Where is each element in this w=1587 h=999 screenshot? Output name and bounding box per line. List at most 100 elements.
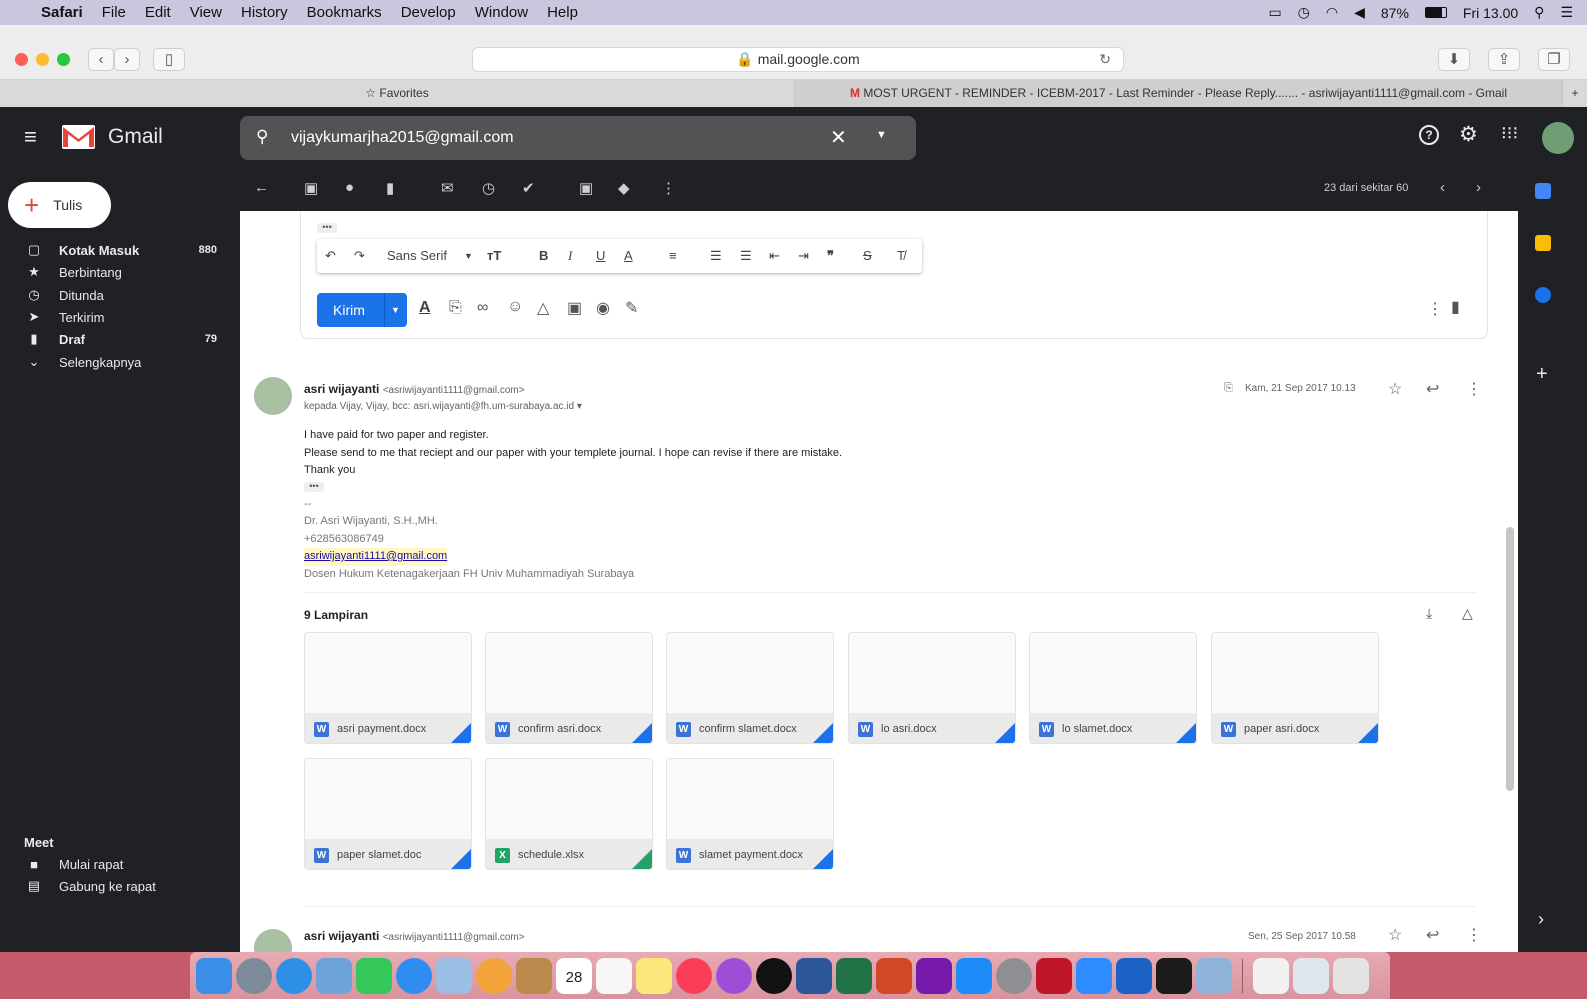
add-task-icon[interactable]: ✔ — [522, 179, 535, 197]
preview-icon[interactable] — [316, 957, 352, 994]
zoom-window-button[interactable] — [57, 53, 70, 66]
confidential-mode-icon[interactable]: ◉ — [596, 298, 610, 318]
delete-icon[interactable]: ▮ — [386, 179, 394, 197]
menu-bookmarks[interactable]: Bookmarks — [307, 4, 382, 21]
contacts-icon[interactable] — [516, 957, 552, 994]
menu-edit[interactable]: Edit — [145, 4, 171, 21]
compose-button[interactable]: + Tulis — [8, 182, 111, 228]
menu-app-safari[interactable]: Safari — [41, 4, 83, 21]
search-options-icon[interactable]: ▼ — [876, 129, 887, 141]
app-store-icon[interactable] — [956, 957, 992, 994]
attachment-card[interactable]: Wpaper asri.docx — [1211, 632, 1379, 744]
trash-icon[interactable] — [1333, 957, 1369, 994]
attachment-card[interactable]: Wconfirm asri.docx — [485, 632, 653, 744]
onenote-icon[interactable] — [916, 957, 952, 994]
newer-chevron-icon[interactable]: ‹ — [1440, 179, 1445, 196]
clock[interactable]: Fri 13.00 — [1463, 5, 1518, 21]
launchpad-icon[interactable] — [236, 957, 272, 994]
music-icon[interactable] — [676, 957, 712, 994]
nav-item-inbox[interactable]: ▢ Kotak Masuk 880 — [0, 239, 236, 261]
sidebar-icon[interactable]: ▯ — [153, 48, 185, 71]
menu-help[interactable]: Help — [547, 4, 578, 21]
mark-unread-icon[interactable]: ✉ — [441, 179, 454, 197]
undo-icon[interactable]: ↶ — [325, 248, 336, 264]
excel-icon[interactable] — [836, 957, 872, 994]
terminal-icon[interactable] — [1156, 957, 1192, 994]
download-all-icon[interactable]: ⤓ — [1426, 605, 1432, 622]
printer-icon[interactable] — [1116, 957, 1152, 994]
attachment-card[interactable]: Wpaper slamet.doc — [304, 758, 472, 870]
screenshot-icon[interactable] — [1196, 957, 1232, 994]
word-icon[interactable] — [796, 957, 832, 994]
safari-icon[interactable] — [276, 957, 312, 994]
details-dropdown-icon[interactable]: ▾ — [577, 401, 582, 412]
signature-email-link[interactable]: asriwijayanti1111@gmail.com — [304, 548, 448, 566]
text-color-icon[interactable]: A — [624, 248, 633, 263]
attachment-card[interactable]: Wlo asri.docx — [848, 632, 1016, 744]
sender-avatar[interactable] — [254, 929, 292, 952]
search-icon[interactable]: ⚲ — [256, 127, 268, 147]
powerpoint-icon[interactable] — [876, 957, 912, 994]
document-icon[interactable] — [1253, 957, 1289, 994]
attachment-card[interactable]: Wasri payment.docx — [304, 632, 472, 744]
underline-icon[interactable]: U — [596, 248, 605, 263]
share-icon[interactable]: ⇪ — [1488, 48, 1520, 71]
calendar-icon[interactable] — [1535, 183, 1551, 199]
nav-item-sent[interactable]: ➤ Terkirim — [0, 306, 236, 328]
nav-item-more[interactable]: ⌄ Selengkapnya — [0, 351, 236, 373]
formatting-options-icon[interactable]: A — [419, 299, 431, 317]
font-select[interactable]: Sans Serif — [387, 248, 447, 263]
more-vert-icon[interactable]: ⋮ — [1466, 379, 1482, 399]
keep-icon[interactable] — [1535, 235, 1551, 251]
save-to-drive-icon[interactable]: △ — [1462, 605, 1473, 622]
reminders-icon[interactable] — [596, 957, 632, 994]
podcasts-icon[interactable] — [716, 957, 752, 994]
nav-item-starred[interactable]: ★ Berbintang — [0, 261, 236, 283]
report-spam-icon[interactable]: ● — [345, 179, 354, 196]
more-options-icon[interactable]: ⋮ — [1427, 299, 1443, 319]
menu-history[interactable]: History — [241, 4, 288, 21]
account-avatar[interactable] — [1542, 122, 1574, 154]
drive-icon[interactable]: △ — [537, 298, 549, 318]
attachment-card[interactable]: Wlo slamet.docx — [1029, 632, 1197, 744]
font-size-icon[interactable]: ᴛT — [487, 248, 501, 263]
facetime-icon[interactable] — [356, 957, 392, 994]
quote-icon[interactable]: ❞ — [827, 248, 834, 264]
system-preferences-icon[interactable] — [996, 957, 1032, 994]
spotlight-icon[interactable]: ⚲ — [1534, 4, 1544, 21]
clear-search-icon[interactable]: ✕ — [830, 125, 847, 150]
tabs-overview-icon[interactable]: ❐ — [1538, 48, 1570, 71]
minimize-window-button[interactable] — [36, 53, 49, 66]
apps-grid-icon[interactable]: ⁝⁝⁝ — [1501, 123, 1518, 144]
archive-icon[interactable]: ▣ — [304, 179, 318, 197]
attachment-card[interactable]: Wconfirm slamet.docx — [666, 632, 834, 744]
search-bar[interactable]: ⚲ vijaykumarjha2015@gmail.com ✕ ▼ — [240, 116, 916, 160]
meet-new-meeting[interactable]: ■ Mulai rapat — [0, 853, 236, 875]
notification-center-icon[interactable]: ☰ — [1560, 4, 1573, 21]
recipients[interactable]: kepada Vijay, Vijay, bcc: asri.wijayanti… — [304, 401, 582, 412]
apple-tv-icon[interactable] — [756, 957, 792, 994]
menu-window[interactable]: Window — [475, 4, 528, 21]
gmail-logo-icon[interactable] — [62, 125, 95, 149]
menu-view[interactable]: View — [190, 4, 222, 21]
meet-join[interactable]: ▤ Gabung ke rapat — [0, 875, 236, 897]
nav-item-snoozed[interactable]: ◷ Ditunda — [0, 284, 236, 306]
wifi-icon[interactable]: ◠ — [1326, 4, 1338, 21]
move-to-icon[interactable]: ▣ — [579, 179, 593, 197]
nav-item-drafts[interactable]: ▮ Draf 79 — [0, 328, 236, 350]
send-options-icon[interactable]: ▼ — [391, 305, 400, 315]
settings-gear-icon[interactable]: ⚙ — [1459, 122, 1478, 147]
photos-icon[interactable] — [476, 957, 512, 994]
airplay-icon[interactable]: ▭ — [1268, 4, 1281, 21]
reply-icon[interactable]: ↩ — [1426, 379, 1439, 399]
italic-icon[interactable]: I — [568, 248, 572, 264]
attachment-card[interactable]: Xschedule.xlsx — [485, 758, 653, 870]
maps-icon[interactable] — [436, 957, 472, 994]
time-machine-icon[interactable]: ◷ — [1298, 4, 1310, 21]
downloads-stack-icon[interactable] — [1293, 957, 1329, 994]
next-message-header[interactable]: asri wijayanti <asriwijayanti1111@gmail.… — [304, 929, 525, 943]
insert-link-icon[interactable]: ∞ — [477, 299, 488, 317]
send-button[interactable]: Kirim ▼ — [317, 293, 407, 327]
zoom-icon[interactable] — [1076, 957, 1112, 994]
attach-file-icon[interactable]: ⎘ — [449, 299, 462, 317]
